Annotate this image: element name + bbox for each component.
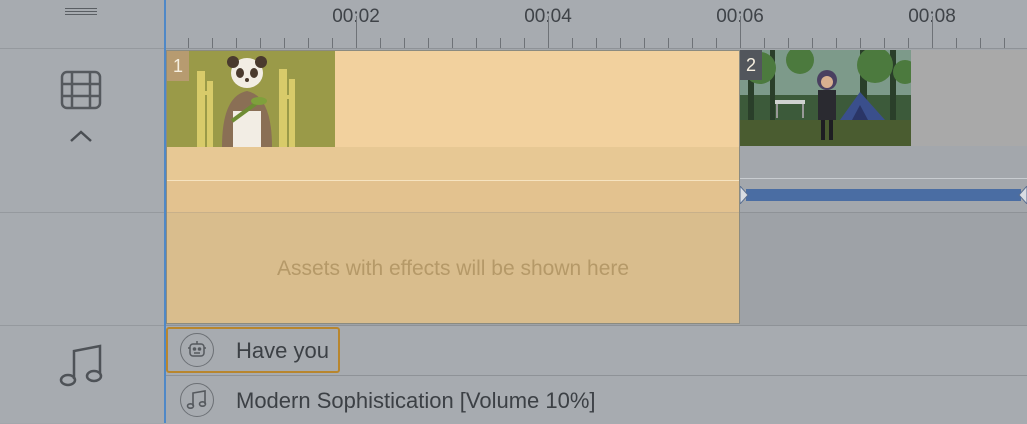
scene-clip-2[interactable]: 2 [740, 50, 911, 146]
ruler-tick [788, 38, 789, 48]
ruler-tick [956, 38, 957, 48]
scene-number-badge: 1 [167, 51, 189, 81]
transition-bar[interactable] [740, 186, 1027, 204]
divider [0, 325, 164, 326]
ruler-tick [692, 38, 693, 48]
ruler-tick [668, 38, 669, 48]
ruler-tick [236, 38, 237, 48]
scene-thumbnail-empty [911, 50, 1027, 146]
ruler-tick [812, 38, 813, 48]
track-header-column [0, 0, 164, 423]
ruler-tick [884, 38, 885, 48]
ruler-tick [332, 38, 333, 48]
playhead[interactable] [164, 0, 166, 423]
scene-caption-band [740, 146, 1027, 179]
scene-caption-band [167, 147, 739, 181]
music-note-icon [59, 344, 103, 387]
ruler-tick [716, 38, 717, 48]
ruler-tick [260, 38, 261, 48]
hamburger-icon[interactable] [65, 8, 97, 18]
scene-thumbnail-camping [740, 50, 911, 146]
ruler-tick [620, 38, 621, 48]
ruler-tick [500, 38, 501, 48]
ruler-tick [188, 38, 189, 48]
ruler-tick [860, 38, 861, 48]
ruler-tick [452, 38, 453, 48]
ruler-tick [284, 38, 285, 48]
effects-placeholder: Assets with effects will be shown here [276, 257, 630, 280]
ruler-tick [428, 38, 429, 48]
divider [0, 48, 164, 49]
ruler-tick [644, 38, 645, 48]
ruler-tick [548, 16, 549, 48]
effects-drop-zone[interactable]: Assets with effects will be shown here [167, 213, 739, 323]
ruler-tick [572, 38, 573, 48]
ruler-tick [356, 16, 357, 48]
ruler-tick [524, 38, 525, 48]
voice-clip-label: Have you [236, 338, 329, 363]
ruler-tick [932, 16, 933, 48]
robot-icon [180, 333, 214, 367]
chevron-up-icon[interactable] [68, 128, 94, 144]
ruler-tick [1004, 38, 1005, 48]
divider [0, 212, 164, 213]
ruler-tick [308, 38, 309, 48]
ruler-tick [212, 38, 213, 48]
scene-transition-band [167, 181, 739, 213]
ruler-tick [908, 38, 909, 48]
ruler-tick [980, 38, 981, 48]
scene-number-badge: 2 [740, 50, 762, 80]
music-clip-label: Modern Sophistication [Volume 10%] [236, 388, 596, 413]
ruler-tick [476, 38, 477, 48]
ruler-tick [836, 38, 837, 48]
ruler-tick [596, 38, 597, 48]
scene-thumbnail-panda [167, 51, 335, 147]
voice-clip[interactable]: Have you [166, 327, 340, 373]
ruler-tick [380, 38, 381, 48]
music-note-icon [180, 383, 214, 417]
music-clip[interactable]: Modern Sophistication [Volume 10%] [166, 377, 1027, 423]
ruler-tick [740, 16, 741, 48]
ruler-tick [404, 38, 405, 48]
timeline-ruler[interactable]: 00:02 00:04 00:06 00:08 [164, 0, 1027, 49]
scene-clip-1[interactable]: 1 Assets with effects will be shown here [166, 50, 740, 324]
film-grid-icon [60, 70, 102, 110]
ruler-tick [764, 38, 765, 48]
